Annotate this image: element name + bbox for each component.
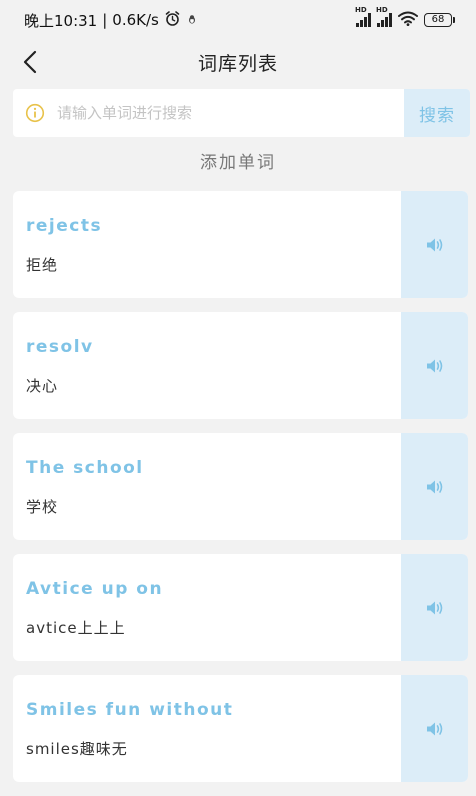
- status-left: 晚上10:31 | 0.6K/s: [24, 10, 198, 31]
- status-time: 晚上10:31: [24, 11, 98, 30]
- page-title: 词库列表: [197, 52, 278, 75]
- chevron-left-icon: [23, 50, 37, 74]
- word-text: Smiles fun without smiles趣味无: [13, 675, 401, 782]
- speaker-icon: [426, 359, 442, 372]
- speak-button[interactable]: [401, 312, 468, 419]
- word-english: The school: [26, 458, 144, 478]
- word-card[interactable]: rejects 拒绝: [13, 191, 468, 298]
- speak-button[interactable]: [401, 433, 468, 540]
- status-bar: 晚上10:31 | 0.6K/s HD HD 68: [0, 0, 476, 40]
- hd-label: HD: [376, 6, 388, 14]
- cellular-signal-icon: HD: [355, 6, 371, 27]
- speaker-icon: [426, 722, 442, 735]
- wifi-icon: [398, 11, 418, 30]
- word-text: rejects 拒绝: [13, 191, 401, 298]
- add-word-button[interactable]: 添加单词: [0, 148, 476, 173]
- status-separator: |: [102, 11, 108, 29]
- word-list: rejects 拒绝 resolv 决心 The school 学校 Avtic…: [13, 191, 468, 796]
- word-text: The school 学校: [13, 433, 401, 540]
- search-input[interactable]: [57, 104, 404, 122]
- back-button[interactable]: [14, 46, 46, 78]
- alarm-icon: [164, 10, 181, 31]
- word-english: resolv: [26, 337, 94, 357]
- search-bar: 搜索: [13, 89, 470, 137]
- word-chinese: avtice上上上: [26, 619, 126, 637]
- speaker-icon: [426, 480, 442, 493]
- battery-indicator: 68: [424, 13, 455, 27]
- cellular-signal-icon: HD: [376, 6, 392, 27]
- word-text: resolv 决心: [13, 312, 401, 419]
- speak-button[interactable]: [401, 675, 468, 782]
- word-card[interactable]: The school 学校: [13, 433, 468, 540]
- word-chinese: 决心: [26, 377, 59, 395]
- word-card[interactable]: Avtice up on avtice上上上: [13, 554, 468, 661]
- speak-button[interactable]: [401, 191, 468, 298]
- word-chinese: smiles趣味无: [26, 740, 128, 758]
- hd-label: HD: [355, 6, 367, 14]
- speaker-icon: [426, 601, 442, 614]
- info-icon: [25, 103, 45, 123]
- word-card[interactable]: Smiles fun without smiles趣味无: [13, 675, 468, 782]
- word-english: Avtice up on: [26, 579, 164, 599]
- word-english: rejects: [26, 216, 103, 236]
- word-chinese: 拒绝: [26, 256, 59, 274]
- word-card[interactable]: resolv 决心: [13, 312, 468, 419]
- word-text: Avtice up on avtice上上上: [13, 554, 401, 661]
- word-chinese: 学校: [26, 498, 59, 516]
- network-speed: 0.6K/s: [112, 11, 159, 29]
- word-english: Smiles fun without: [26, 700, 234, 720]
- nav-bar: 词库列表: [0, 40, 476, 84]
- speak-button[interactable]: [401, 554, 468, 661]
- speaker-icon: [426, 238, 442, 251]
- notification-app-icon: [186, 11, 198, 29]
- search-button[interactable]: 搜索: [404, 89, 470, 137]
- search-field[interactable]: [13, 89, 404, 137]
- status-right: HD HD 68: [355, 6, 455, 30]
